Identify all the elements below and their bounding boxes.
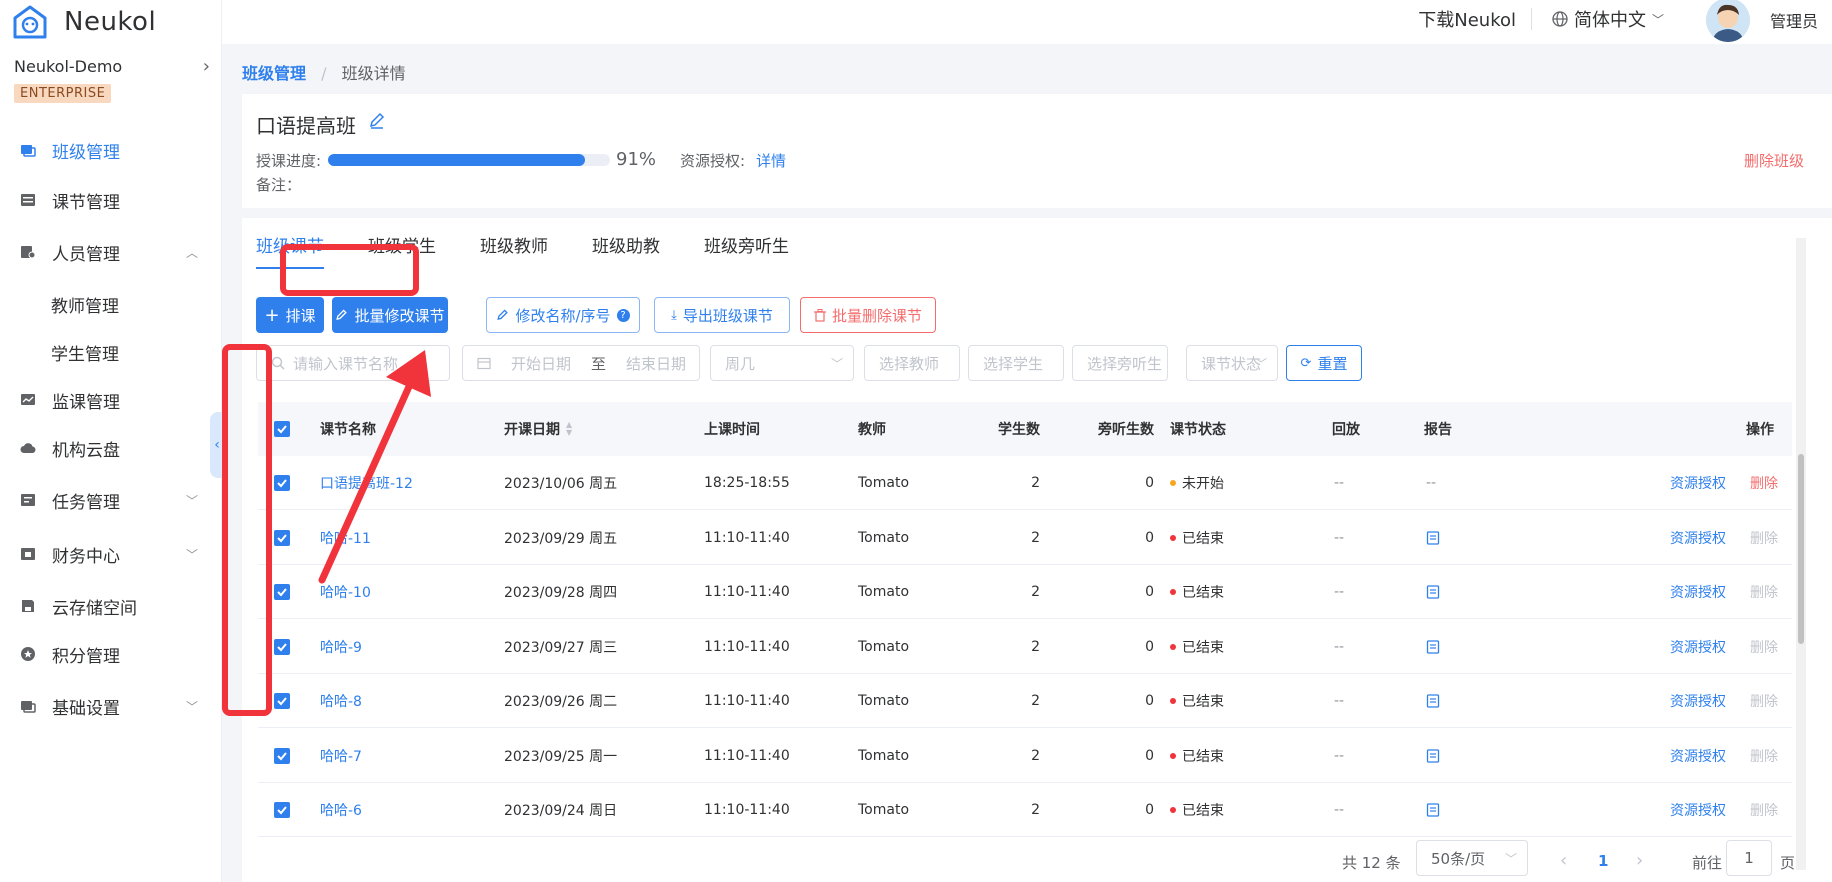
annotation-arrow — [318, 350, 431, 584]
